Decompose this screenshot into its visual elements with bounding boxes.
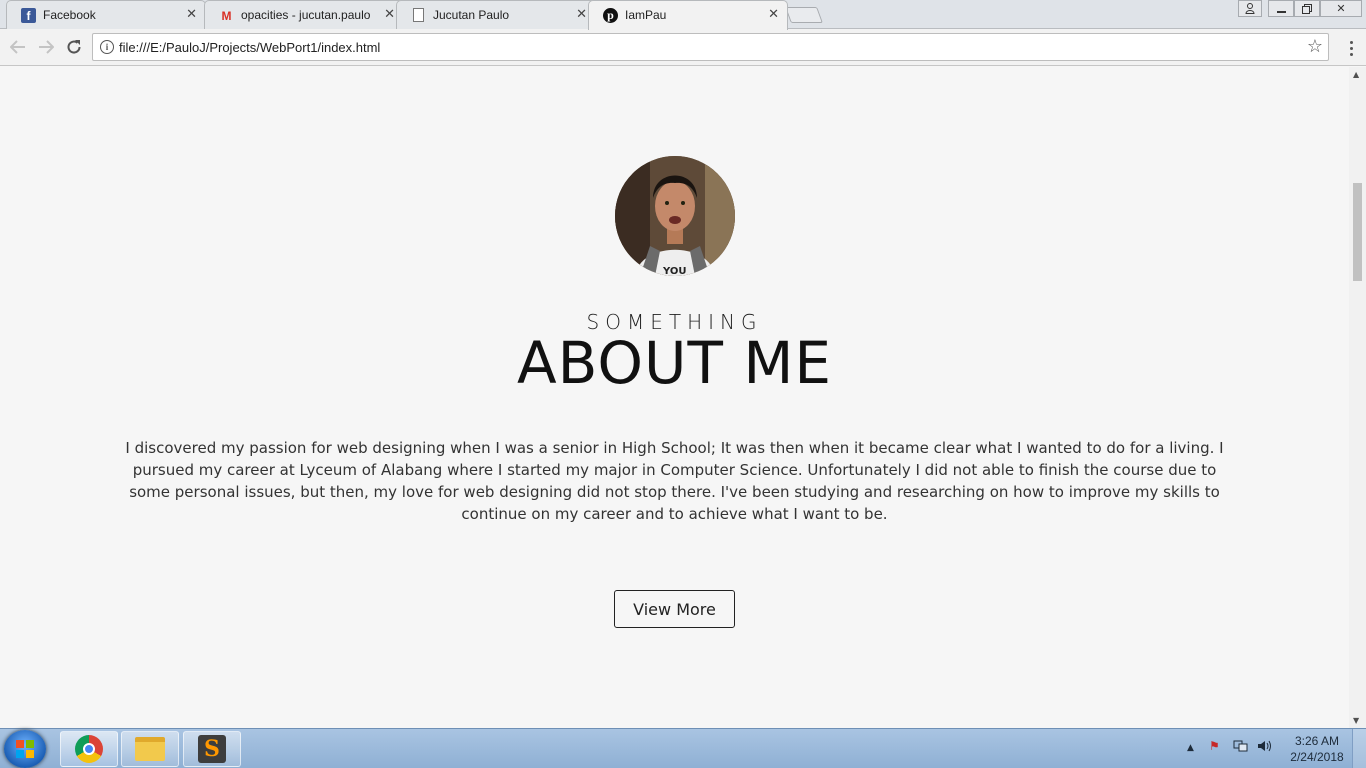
gmail-icon: M	[221, 8, 232, 23]
document-icon	[413, 8, 424, 22]
address-bar[interactable]: i file:///E:/PauloJ/Projects/WebPort1/in…	[92, 33, 1329, 61]
facebook-icon: f	[21, 8, 36, 23]
close-icon[interactable]: ✕	[186, 7, 197, 22]
bookmark-star-icon[interactable]: ☆	[1307, 36, 1323, 57]
tab-title: Facebook	[43, 8, 96, 22]
about-paragraph: I discovered my passion for web designin…	[125, 439, 1224, 523]
scroll-up-arrow-icon[interactable]: ▲	[1353, 70, 1359, 79]
pinterest-icon: p	[603, 8, 618, 23]
close-window-button[interactable]: ✕	[1320, 0, 1362, 17]
browser-menu-icon[interactable]	[1349, 39, 1353, 57]
about-section: YOU SOMETHING ABOUT ME I discovered my p…	[0, 67, 1349, 728]
back-arrow-icon[interactable]	[8, 37, 28, 57]
start-button[interactable]	[4, 730, 46, 768]
tab-iampau[interactable]: p IamPau ✕	[588, 0, 788, 30]
restore-button[interactable]	[1294, 0, 1320, 17]
close-icon[interactable]: ✕	[576, 7, 587, 22]
close-icon[interactable]: ✕	[768, 7, 779, 22]
minimize-icon	[1276, 10, 1286, 13]
minimize-button[interactable]	[1268, 0, 1294, 17]
restore-icon	[1302, 3, 1312, 14]
new-tab-button[interactable]	[785, 7, 823, 23]
windows-taskbar: S ▲ ⚑ 3:26 AM 2/24/2018	[0, 728, 1366, 768]
tab-strip: f Facebook ✕ M opacities - jucutan.paulo…	[0, 0, 1366, 30]
tab-facebook[interactable]: f Facebook ✕	[6, 0, 206, 29]
svg-text:YOU: YOU	[662, 266, 687, 276]
clock-date: 2/24/2018	[1290, 750, 1344, 764]
tab-gmail[interactable]: M opacities - jucutan.paulo ✕	[204, 0, 404, 29]
avatar: YOU	[615, 156, 735, 276]
tab-title: IamPau	[625, 8, 667, 22]
clock-time: 3:26 AM	[1294, 734, 1340, 748]
reload-icon[interactable]	[64, 37, 84, 57]
taskbar-clock[interactable]: 3:26 AM 2/24/2018	[1282, 733, 1352, 765]
show-hidden-icons-arrow-icon[interactable]: ▲	[1187, 743, 1194, 753]
page-scrollbar[interactable]: ▲ ▼	[1349, 67, 1366, 728]
windows-logo-icon	[16, 740, 34, 758]
url-text[interactable]: file:///E:/PauloJ/Projects/WebPort1/inde…	[119, 40, 380, 55]
close-icon[interactable]: ✕	[384, 7, 395, 22]
taskbar-file-explorer[interactable]	[121, 731, 179, 767]
profile-icon[interactable]	[1238, 0, 1262, 17]
network-icon[interactable]	[1233, 739, 1249, 756]
sublime-text-icon: S	[198, 735, 226, 763]
tab-jucutan-paulo[interactable]: Jucutan Paulo ✕	[396, 0, 596, 29]
scroll-down-arrow-icon[interactable]: ▼	[1353, 716, 1359, 725]
scrollbar-thumb[interactable]	[1353, 183, 1362, 281]
tab-title: Jucutan Paulo	[433, 8, 510, 22]
volume-icon[interactable]	[1257, 739, 1273, 756]
info-icon[interactable]: i	[100, 40, 114, 54]
close-icon: ✕	[1336, 2, 1346, 15]
file-explorer-icon	[135, 737, 165, 761]
view-more-button[interactable]: View More	[614, 590, 735, 628]
browser-toolbar: i file:///E:/PauloJ/Projects/WebPort1/in…	[0, 29, 1366, 66]
action-center-flag-icon[interactable]: ⚑	[1209, 739, 1220, 753]
forward-arrow-icon[interactable]	[36, 37, 56, 57]
taskbar-sublime-text[interactable]: S	[183, 731, 241, 767]
show-desktop-button[interactable]	[1352, 729, 1366, 768]
taskbar-chrome[interactable]	[60, 731, 118, 767]
section-title: ABOUT ME	[516, 329, 833, 397]
tab-title: opacities - jucutan.paulo	[241, 8, 371, 22]
chrome-icon	[75, 735, 103, 763]
